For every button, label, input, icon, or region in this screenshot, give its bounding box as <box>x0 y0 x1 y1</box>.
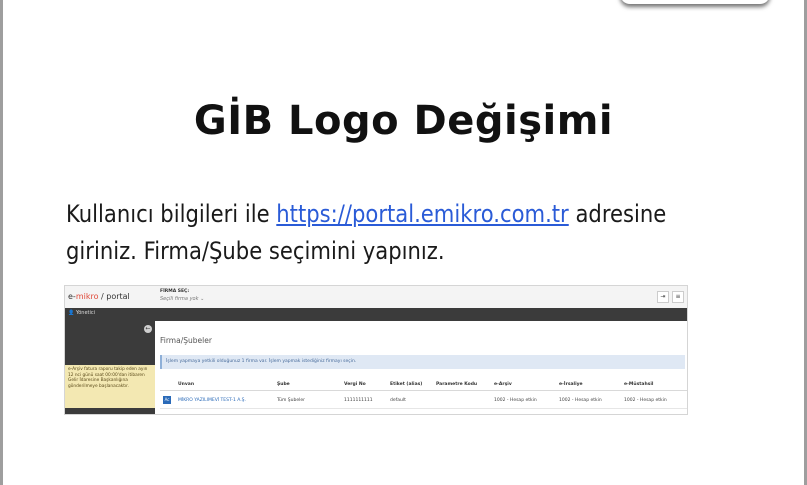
company-row-icon[interactable]: Ac <box>163 396 171 404</box>
portal-brand: e-mikro / portal <box>68 292 130 301</box>
company-vergi-no: 1111111111 <box>344 398 373 403</box>
slide-body-text: Kullanıcı bilgileri ile https://portal.e… <box>66 196 673 270</box>
user-icon: 👤 <box>68 310 75 316</box>
slide-title: GİB Logo Değişimi <box>193 98 614 144</box>
portal-nav-bar <box>65 308 687 321</box>
sidebar-notice: e-Arşiv fatura raporu takip eden ayın 12… <box>65 365 155 408</box>
slide-border-left <box>0 0 3 485</box>
info-alert: İşlem yapmaya yetkili olduğunuz 1 firma … <box>160 355 685 369</box>
column-header-unvan: Unvan <box>178 382 195 387</box>
logout-icon[interactable]: ⇥ <box>657 291 669 303</box>
column-header-e-arsiv: e-Arşiv <box>494 382 512 387</box>
table-header-divider <box>160 390 687 391</box>
company-unvan-link[interactable]: MİKRO YAZILIMEVİ TEST-1 A.Ş. <box>178 398 246 403</box>
column-header-e-irsaliye: e-İrsaliye <box>559 382 583 387</box>
portal-screenshot: e-mikro / portal FİRMA SEÇ: Seçili firma… <box>64 285 688 415</box>
company-etiket: default <box>390 398 406 403</box>
body-text-before: Kullanıcı bilgileri ile <box>66 200 277 228</box>
column-header-sube: Şube <box>277 382 290 387</box>
table-row-divider <box>160 408 687 409</box>
company-e-arsiv: 1002 - Hesap etkin <box>494 398 537 403</box>
brand-name: mikro <box>75 292 99 301</box>
column-header-parametre: Parametre Kodu <box>436 382 478 387</box>
brand-prefix: e- <box>68 292 76 301</box>
brand-suffix: / portal <box>98 292 130 301</box>
portal-top-bar <box>65 286 687 309</box>
slide: GİB Logo Değişimi Kullanıcı bilgileri il… <box>0 0 807 485</box>
column-header-etiket: Etiket (alias) <box>390 382 423 387</box>
portal-link[interactable]: https://portal.emikro.com.tr <box>276 200 568 228</box>
column-header-e-mustahsil: e-Müstahsil <box>624 382 654 387</box>
column-header-vergi-no: Vergi No <box>344 382 366 387</box>
firma-select-label: FİRMA SEÇ: <box>160 289 190 294</box>
firma-select-dropdown[interactable]: Seçili firma yok ⌄ <box>160 296 204 302</box>
menu-icon[interactable]: ≡ <box>672 291 684 303</box>
company-e-mustahsil: 1002 - Hesap etkin <box>624 398 667 403</box>
sidebar-user[interactable]: 👤 Yönetici <box>68 310 95 316</box>
company-sube: Tüm Şubeler <box>277 398 305 403</box>
content-page-title: Firma/Şubeler <box>160 336 212 345</box>
sidebar-user-name: Yönetici <box>75 310 96 316</box>
circle-arrow-icon[interactable]: ← <box>144 325 152 333</box>
company-e-irsaliye: 1002 - Hesap etkin <box>559 398 602 403</box>
top-tab-decoration <box>620 0 770 4</box>
